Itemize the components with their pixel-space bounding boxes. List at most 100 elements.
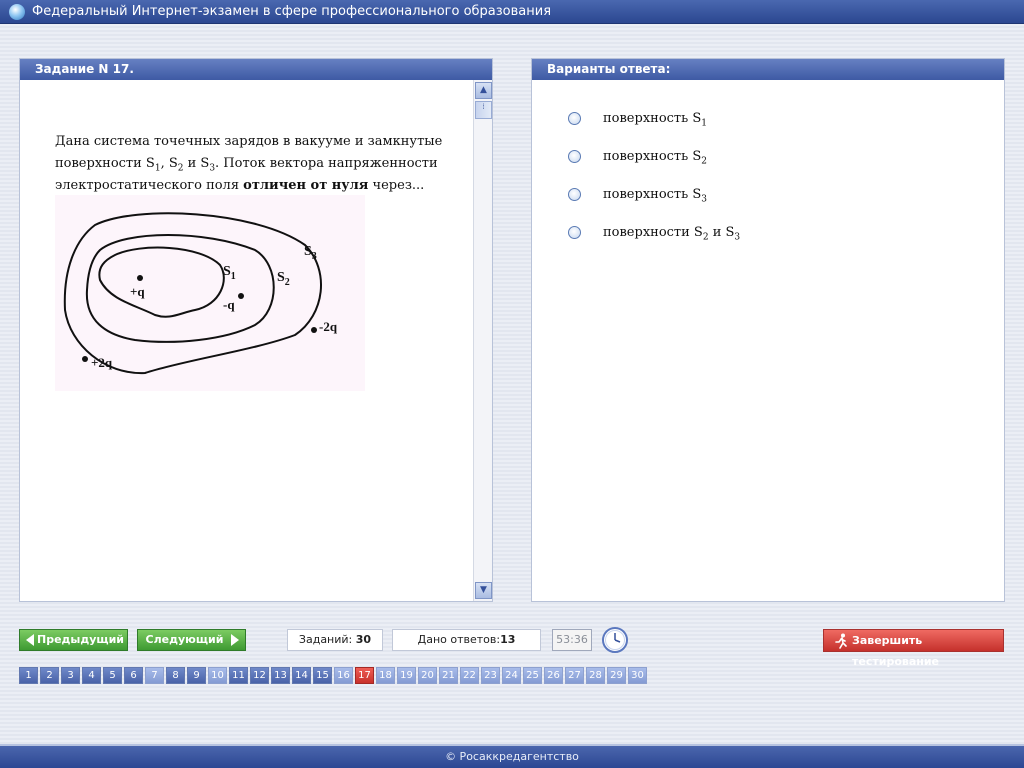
surface-label-s1: S1	[223, 264, 236, 282]
answer-radio[interactable]	[568, 112, 581, 125]
answer-text: поверхность S	[603, 187, 702, 202]
runner-icon	[835, 633, 847, 649]
page-button-16[interactable]: 16	[334, 667, 353, 684]
page-button-27[interactable]: 27	[565, 667, 584, 684]
answer-label: поверхность S3	[603, 187, 707, 205]
footer: © Росаккредагентство	[0, 744, 1024, 768]
answer-option-1[interactable]: поверхность S1	[568, 107, 988, 145]
surfaces-diagram: S1 S2 S3 +q -q -2q +2q	[63, 212, 338, 375]
charge-plus-q-dot	[137, 275, 143, 281]
surface-label-s2: S2	[277, 270, 290, 288]
finish-test-button[interactable]: Завершить тестирование	[823, 629, 1004, 668]
answered-box: Дано ответов:13	[392, 629, 541, 651]
page-button-12[interactable]: 12	[250, 667, 269, 684]
charges-figure: S1 S2 S3 +q -q -2q +2q	[55, 195, 365, 391]
total-tasks-label: Заданий:	[298, 633, 353, 646]
answered-label: Дано ответов:	[417, 633, 501, 646]
answer-radio[interactable]	[568, 188, 581, 201]
answer-label: поверхность S1	[603, 111, 707, 129]
page-button-23[interactable]: 23	[481, 667, 500, 684]
page-button-5[interactable]: 5	[103, 667, 122, 684]
surface-s2-curve	[85, 234, 275, 343]
answer-text: поверхность S	[603, 149, 702, 164]
answer-label: поверхность S2	[603, 149, 707, 167]
timer-display: 53:36	[552, 629, 592, 651]
page-button-10[interactable]: 10	[208, 667, 227, 684]
page-button-17[interactable]: 17	[355, 667, 374, 684]
answer-text: и S	[708, 225, 735, 240]
page-button-3[interactable]: 3	[61, 667, 80, 684]
title-bar: Федеральный Интернет-экзамен в сфере про…	[0, 0, 1024, 24]
total-tasks-box: Заданий: 30	[287, 629, 383, 651]
answers-panel: Варианты ответа: поверхность S1 поверхно…	[531, 58, 1005, 602]
answer-option-4[interactable]: поверхности S2 и S3	[568, 221, 988, 259]
task-text: Дана система точечных зарядов в вакууме …	[55, 131, 455, 197]
scroll-down-button[interactable]: ▼	[475, 582, 492, 599]
page-button-22[interactable]: 22	[460, 667, 479, 684]
page-button-26[interactable]: 26	[544, 667, 563, 684]
task-scrollbar[interactable]: ▲ ⁞ ▼	[473, 80, 492, 601]
task-emphasis: отличен от нуля	[243, 178, 369, 193]
clock-icon	[602, 627, 628, 653]
page-button-6[interactable]: 6	[124, 667, 143, 684]
window-title: Федеральный Интернет-экзамен в сфере про…	[32, 4, 552, 19]
answers-header: Варианты ответа:	[532, 59, 1004, 80]
surface-s1-curve	[98, 246, 225, 318]
page-button-11[interactable]: 11	[229, 667, 248, 684]
task-text-part: , S	[160, 156, 178, 171]
app-logo-icon	[9, 4, 25, 20]
page-button-18[interactable]: 18	[376, 667, 395, 684]
page-button-21[interactable]: 21	[439, 667, 458, 684]
answer-options: поверхность S1 поверхность S2 поверхност…	[568, 107, 988, 259]
page-button-7[interactable]: 7	[145, 667, 164, 684]
scroll-thumb[interactable]: ⁞	[475, 101, 492, 119]
previous-button[interactable]: Предыдущий	[19, 629, 128, 651]
charge-label-plus-2q: +2q	[91, 355, 113, 370]
arrow-right-icon	[231, 634, 239, 646]
page-button-4[interactable]: 4	[82, 667, 101, 684]
page-button-29[interactable]: 29	[607, 667, 626, 684]
charge-plus-2q-dot	[82, 356, 88, 362]
previous-label: Предыдущий	[36, 633, 124, 646]
page-button-25[interactable]: 25	[523, 667, 542, 684]
task-text-part: через...	[368, 178, 425, 193]
total-tasks-value: 30	[355, 633, 372, 646]
page-button-9[interactable]: 9	[187, 667, 206, 684]
answer-subscript: 2	[701, 156, 707, 167]
answer-subscript: 1	[701, 118, 707, 129]
scroll-up-button[interactable]: ▲	[475, 82, 492, 99]
answer-text: поверхность S	[603, 111, 702, 126]
page-button-24[interactable]: 24	[502, 667, 521, 684]
answered-value: 13	[500, 633, 516, 646]
answer-subscript: 3	[734, 232, 741, 243]
charge-minus-q-dot	[238, 293, 244, 299]
page-button-13[interactable]: 13	[271, 667, 290, 684]
task-header: Задание N 17.	[20, 59, 492, 80]
task-panel: Задание N 17. Дана система точечных заря…	[19, 58, 493, 602]
page-button-14[interactable]: 14	[292, 667, 311, 684]
answer-subscript: 3	[701, 194, 707, 205]
surface-label-s3: S3	[304, 244, 317, 262]
answer-option-2[interactable]: поверхность S2	[568, 145, 988, 183]
answer-radio[interactable]	[568, 150, 581, 163]
finish-test-label: Завершить тестирование	[852, 634, 940, 668]
task-text-part: и S	[183, 156, 210, 171]
answer-option-3[interactable]: поверхность S3	[568, 183, 988, 221]
page-button-28[interactable]: 28	[586, 667, 605, 684]
page-button-15[interactable]: 15	[313, 667, 332, 684]
page-button-19[interactable]: 19	[397, 667, 416, 684]
page-button-20[interactable]: 20	[418, 667, 437, 684]
charge-minus-2q-dot	[311, 327, 317, 333]
next-label: Следующий	[145, 633, 224, 646]
page-button-30[interactable]: 30	[628, 667, 647, 684]
charge-label-minus-2q: -2q	[319, 319, 338, 334]
charge-label-minus-q: -q	[223, 297, 235, 312]
answer-radio[interactable]	[568, 226, 581, 239]
answer-text: поверхности S	[603, 225, 703, 240]
surface-s3-curve	[63, 212, 322, 375]
page-button-8[interactable]: 8	[166, 667, 185, 684]
page-button-2[interactable]: 2	[40, 667, 59, 684]
next-button[interactable]: Следующий	[137, 629, 246, 651]
page-button-1[interactable]: 1	[19, 667, 38, 684]
charge-label-plus-q: +q	[130, 284, 145, 299]
